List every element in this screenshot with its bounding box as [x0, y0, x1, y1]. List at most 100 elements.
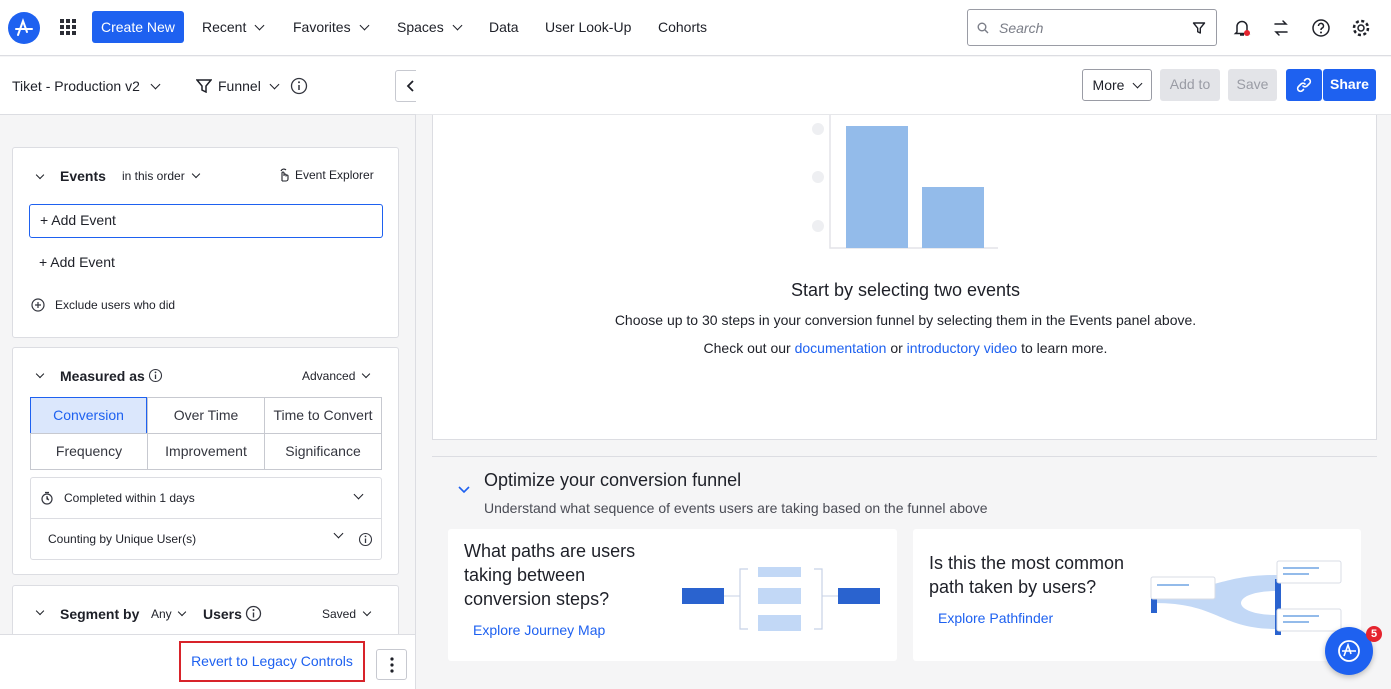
- left-panel-footer: Revert to Legacy Controls: [0, 634, 415, 689]
- revert-legacy-controls-button[interactable]: Revert to Legacy Controls: [179, 641, 365, 682]
- chevron-left-icon: [406, 80, 414, 92]
- chart-type-label: Funnel: [218, 78, 261, 94]
- chevron-down-icon: [254, 20, 265, 30]
- vertical-ellipsis-icon: [390, 657, 394, 673]
- add-event-input[interactable]: + Add Event: [29, 204, 383, 238]
- help-icon[interactable]: [1311, 18, 1331, 38]
- exclude-users-button[interactable]: Exclude users who did: [31, 298, 175, 312]
- advanced-label: Advanced: [302, 369, 356, 383]
- counting-by-dropdown[interactable]: Counting by Unique User(s): [31, 519, 381, 560]
- help-text-prefix: Check out our: [703, 340, 795, 356]
- advanced-dropdown[interactable]: Advanced: [302, 369, 371, 383]
- more-dropdown-button[interactable]: More: [1082, 69, 1152, 101]
- chart-type-selector[interactable]: Funnel: [196, 78, 280, 94]
- empty-state-title: Start by selecting two events: [790, 280, 1021, 300]
- notification-count-badge: 5: [1366, 626, 1382, 642]
- journey-map-card[interactable]: What paths are users taking between conv…: [448, 529, 897, 661]
- event-explorer-label: Event Explorer: [295, 168, 374, 182]
- measure-improvement-tab[interactable]: Improvement: [147, 433, 265, 470]
- info-icon[interactable]: [245, 605, 262, 622]
- collapse-caret-icon[interactable]: [35, 170, 45, 180]
- measure-conversion-tab[interactable]: Conversion: [30, 397, 147, 434]
- measure-over-time-tab[interactable]: Over Time: [147, 397, 265, 434]
- completed-within-dropdown[interactable]: Completed within 1 days: [31, 478, 381, 519]
- notification-bell-icon[interactable]: [1232, 18, 1252, 38]
- project-name: Tiket - Production v2: [12, 78, 140, 94]
- optimize-subtitle: Understand what sequence of events users…: [484, 500, 988, 516]
- left-control-panel: Tiket - Production v2 Funnel Events in t…: [0, 57, 427, 689]
- link-icon: [1296, 77, 1312, 93]
- copy-link-button[interactable]: [1286, 69, 1322, 101]
- chevron-down-icon: [177, 607, 186, 617]
- amplitude-logo-icon[interactable]: [8, 12, 40, 44]
- nav-spaces[interactable]: Spaces: [397, 19, 463, 35]
- nav-spaces-label: Spaces: [397, 19, 444, 35]
- add-to-button[interactable]: Add to: [1160, 69, 1220, 101]
- counting-by-label: Counting by Unique User(s): [48, 532, 197, 546]
- introductory-video-link[interactable]: introductory video: [907, 340, 1018, 356]
- chevron-down-icon: [452, 20, 463, 30]
- chevron-down-icon: [269, 79, 280, 89]
- pathfinder-illustration: [1150, 560, 1342, 635]
- help-text-suffix: to learn more.: [1017, 340, 1108, 356]
- measure-time-to-convert-tab[interactable]: Time to Convert: [264, 397, 382, 434]
- left-panel-body: Events in this order Event Explorer + Ad…: [0, 115, 415, 645]
- collapse-caret-icon[interactable]: [35, 369, 45, 379]
- optimize-funnel-section: Optimize your conversion funnel Understa…: [432, 456, 1377, 676]
- settings-gear-icon[interactable]: [1351, 18, 1371, 38]
- search-icon: [977, 22, 989, 34]
- conversion-settings-box: Completed within 1 days Counting by Uniq…: [30, 477, 382, 560]
- switch-icon[interactable]: [1271, 18, 1291, 38]
- empty-state-description: Choose up to 30 steps in your conversion…: [614, 312, 1197, 328]
- nav-cohorts[interactable]: Cohorts: [658, 19, 707, 35]
- nav-recent[interactable]: Recent: [202, 19, 265, 35]
- project-selector[interactable]: Tiket - Production v2: [12, 78, 161, 94]
- event-order-dropdown[interactable]: in this order: [122, 169, 200, 183]
- more-options-button[interactable]: [376, 649, 407, 680]
- info-icon[interactable]: [290, 77, 308, 95]
- measure-significance-tab[interactable]: Significance: [264, 433, 382, 470]
- search-input[interactable]: Search: [967, 9, 1217, 46]
- documentation-link[interactable]: documentation: [795, 340, 887, 356]
- chart-empty-state: Start by selecting two events Choose up …: [432, 115, 1377, 440]
- add-event-button[interactable]: + Add Event: [39, 254, 115, 270]
- save-button[interactable]: Save: [1228, 69, 1277, 101]
- info-icon[interactable]: [148, 368, 163, 383]
- nav-favorites-label: Favorites: [293, 19, 351, 35]
- completed-within-label: Completed within 1 days: [64, 491, 195, 505]
- nav-data[interactable]: Data: [489, 19, 519, 35]
- help-text-or: or: [886, 340, 907, 356]
- create-new-button[interactable]: Create New: [92, 11, 184, 43]
- segment-users-label: Users: [203, 606, 242, 622]
- chart-header-toolbar: More Add to Save Share: [416, 57, 1391, 115]
- nav-user-lookup[interactable]: User Look-Up: [545, 19, 631, 35]
- saved-segments-dropdown[interactable]: Saved: [322, 607, 372, 621]
- collapse-caret-icon[interactable]: [35, 606, 45, 616]
- chevron-down-icon: [353, 489, 364, 500]
- measure-frequency-tab[interactable]: Frequency: [30, 433, 148, 470]
- journey-map-question: What paths are users taking between conv…: [464, 541, 636, 609]
- apps-grid-icon[interactable]: [60, 19, 76, 35]
- pathfinder-question: Is this the most common path taken by us…: [929, 553, 1125, 597]
- explore-journey-map-link[interactable]: Explore Journey Map: [473, 622, 605, 638]
- explore-pathfinder-link[interactable]: Explore Pathfinder: [938, 610, 1053, 626]
- segment-any-dropdown[interactable]: Any: [151, 607, 186, 621]
- empty-state-help-line: Check out our documentation or introduct…: [433, 340, 1378, 356]
- filter-icon[interactable]: [1192, 21, 1206, 35]
- more-label: More: [1092, 77, 1125, 93]
- pathfinder-card[interactable]: Is this the most common path taken by us…: [913, 529, 1361, 661]
- share-button[interactable]: Share: [1323, 69, 1376, 101]
- info-icon[interactable]: [358, 532, 373, 547]
- chevron-down-icon: [191, 169, 200, 179]
- funnel-icon: [196, 79, 212, 93]
- search-placeholder: Search: [999, 20, 1044, 36]
- pointer-icon: [280, 168, 289, 182]
- chevron-down-icon: [362, 369, 371, 379]
- measured-as-title: Measured as: [60, 368, 145, 384]
- event-explorer-button[interactable]: Event Explorer: [278, 168, 374, 182]
- events-card: Events in this order Event Explorer + Ad…: [12, 147, 399, 338]
- optimize-title: Optimize your conversion funnel: [484, 470, 742, 490]
- nav-favorites[interactable]: Favorites: [293, 19, 370, 35]
- chevron-down-icon: [1133, 78, 1143, 88]
- chevron-down-icon[interactable]: [458, 486, 470, 494]
